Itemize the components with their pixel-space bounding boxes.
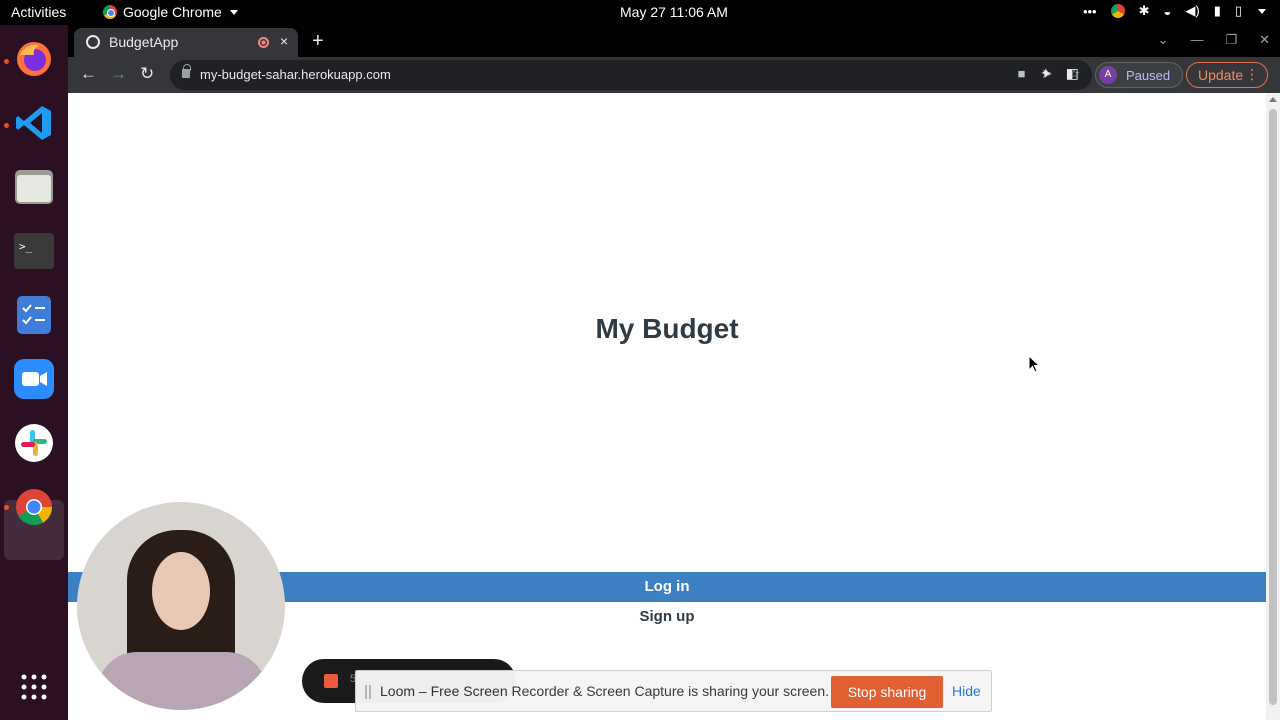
toolbar-icons: ✦ ◧ — [1040, 65, 1079, 82]
window-controls: ⌄ — ❐ ✕ — [1158, 32, 1270, 48]
volume-icon: ◀) — [1185, 3, 1200, 18]
wifi-icon: ◒ — [1163, 3, 1172, 19]
profile-button[interactable]: A Paused — [1095, 62, 1183, 88]
chevron-down-icon[interactable] — [1258, 8, 1266, 14]
screen-share-bar: Loom – Free Screen Recorder & Screen Cap… — [355, 670, 992, 712]
slack-icon[interactable] — [12, 421, 56, 465]
firefox-icon[interactable] — [12, 37, 56, 81]
running-indicator — [4, 123, 9, 128]
chrome-tray-icon[interactable] — [1110, 4, 1125, 18]
webcam-face — [152, 552, 210, 630]
system-tray[interactable]: ••• ✱ ◒ ◀) ▮ ▯ — [1083, 3, 1266, 19]
zoom-icon[interactable] — [12, 357, 56, 401]
minimize-icon[interactable]: — — [1190, 32, 1203, 48]
maximize-icon[interactable]: ❐ — [1225, 32, 1237, 48]
more-icon[interactable]: ••• — [1083, 4, 1097, 19]
reload-icon[interactable]: ↻ — [140, 64, 154, 84]
microphone-icon: ▮ — [1213, 3, 1221, 18]
update-button[interactable]: Update ⋮ — [1186, 62, 1268, 88]
page-title: My Budget — [595, 313, 739, 344]
extensions-icon[interactable]: ✦ — [1040, 65, 1052, 82]
drag-handle-icon[interactable] — [365, 685, 371, 699]
profile-status: Paused — [1126, 68, 1171, 83]
chrome-dock-icon[interactable] — [12, 485, 56, 529]
tab-budgetapp[interactable]: BudgetApp × — [74, 28, 298, 57]
mouse-cursor-icon — [1028, 355, 1040, 373]
activities-button[interactable]: Activities — [11, 4, 66, 20]
close-tab-icon[interactable]: × — [280, 33, 288, 49]
vscode-icon[interactable] — [12, 101, 56, 145]
url-text[interactable]: my-budget-sahar.herokuapp.com — [200, 67, 391, 82]
terminal-icon[interactable]: >_ — [12, 229, 56, 273]
webcam-shirt — [97, 652, 267, 710]
recording-icon — [258, 37, 269, 48]
files-icon[interactable] — [12, 165, 56, 209]
running-indicator — [4, 505, 9, 510]
lock-icon[interactable] — [182, 64, 191, 78]
scrollbar[interactable] — [1266, 93, 1280, 720]
side-panel-icon[interactable]: ◧ — [1066, 65, 1079, 82]
webcam-bubble[interactable] — [77, 502, 285, 710]
chevron-down-icon — [229, 9, 238, 15]
battery-icon: ▯ — [1234, 3, 1242, 18]
tasks-icon[interactable] — [12, 293, 56, 337]
forward-icon[interactable]: → — [110, 64, 127, 84]
dock: >_ — [0, 25, 68, 720]
gnome-top-bar: Activities Google Chrome May 27 11:06 AM… — [0, 0, 1280, 25]
browser-toolbar: ← → ↻ my-budget-sahar.herokuapp.com ■ ➤ … — [68, 57, 1280, 93]
slack-tray-icon[interactable]: ✱ — [1139, 3, 1150, 19]
share-message: Loom – Free Screen Recorder & Screen Cap… — [380, 683, 829, 699]
tab-search-icon[interactable]: ⌄ — [1158, 32, 1169, 48]
new-tab-button[interactable]: + — [312, 30, 324, 53]
app-menu-label: Google Chrome — [123, 4, 222, 20]
menu-icon: ⋮ — [1245, 66, 1259, 82]
hide-button[interactable]: Hide — [952, 683, 981, 699]
stop-recording-icon[interactable] — [324, 674, 338, 688]
scroll-up-icon[interactable] — [1269, 97, 1277, 102]
back-icon[interactable]: ← — [80, 64, 97, 84]
running-indicator — [4, 59, 9, 64]
address-bar[interactable]: my-budget-sahar.herokuapp.com ■ ➤ ☆ — [170, 60, 1092, 90]
tab-title: BudgetApp — [109, 34, 179, 50]
stop-sharing-button[interactable]: Stop sharing — [831, 676, 943, 708]
update-label: Update — [1198, 67, 1244, 83]
avatar: A — [1099, 66, 1117, 84]
scroll-thumb[interactable] — [1269, 109, 1277, 705]
app-grid-icon[interactable] — [12, 665, 56, 709]
app-menu[interactable]: Google Chrome — [103, 4, 238, 20]
svg-text:>_: >_ — [19, 240, 33, 253]
close-window-icon[interactable]: ✕ — [1259, 32, 1270, 48]
tab-strip: BudgetApp × + ⌄ — ❐ ✕ — [68, 25, 1280, 57]
globe-icon — [86, 35, 100, 49]
clock[interactable]: May 27 11:06 AM — [620, 4, 728, 20]
camera-icon[interactable]: ■ — [1018, 66, 1026, 82]
chrome-icon — [103, 5, 117, 19]
